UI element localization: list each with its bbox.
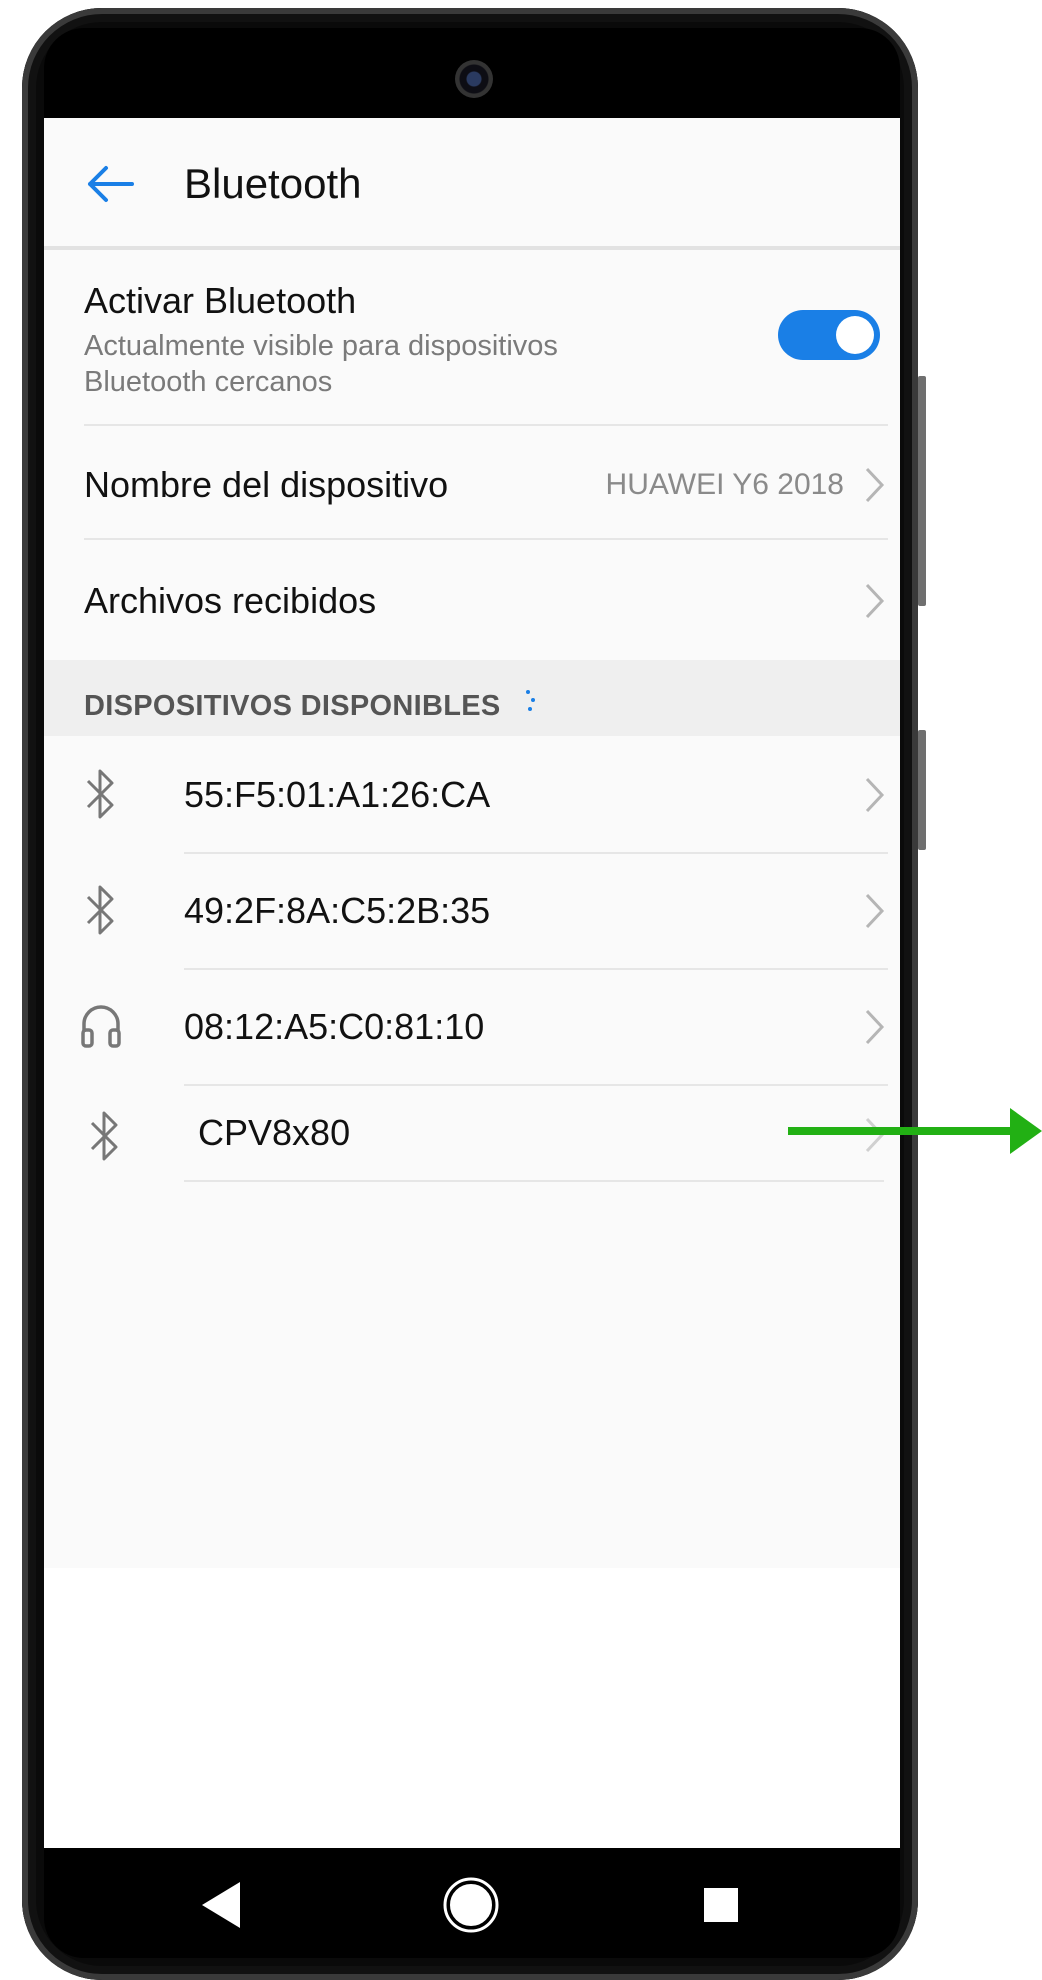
annotation-arrow-line xyxy=(788,1127,1022,1135)
camera-icon xyxy=(455,60,493,98)
headphones-icon xyxy=(81,1005,121,1048)
device-name-label: Nombre del dispositivo xyxy=(84,464,449,505)
power-button xyxy=(918,730,926,850)
volume-button xyxy=(918,376,926,606)
device-name-value: HUAWEI Y6 2018 xyxy=(605,468,844,501)
chevron-right-icon xyxy=(865,893,885,929)
bluetooth-toggle-label: Activar Bluetooth xyxy=(84,280,357,321)
chevron-right-icon xyxy=(865,1117,885,1153)
page-title: Bluetooth xyxy=(184,160,362,207)
scanning-spinner-icon xyxy=(526,690,535,711)
toggle-knob xyxy=(836,316,874,354)
divider xyxy=(184,1180,884,1182)
bluetooth-visibility-description: Actualmente visible para dispositivos Bl… xyxy=(84,330,558,398)
chevron-right-icon xyxy=(865,583,885,619)
chevron-right-icon xyxy=(865,1009,885,1045)
device-name: 08:12:A5:C0:81:10 xyxy=(184,1006,485,1047)
bluetooth-icon xyxy=(90,1111,118,1161)
received-files-label: Archivos recibidos xyxy=(84,580,377,621)
back-arrow-icon[interactable] xyxy=(84,164,140,204)
available-devices-label: DISPOSITIVOS DISPONIBLES xyxy=(84,690,501,722)
chevron-right-icon xyxy=(865,777,885,813)
device-name: CPV8x80 xyxy=(198,1112,351,1153)
nav-home-icon[interactable] xyxy=(436,1870,506,1940)
empty-area xyxy=(44,1568,900,1848)
nav-back-icon[interactable] xyxy=(188,1870,258,1940)
bluetooth-toggle-switch[interactable] xyxy=(778,310,880,360)
bluetooth-icon xyxy=(86,885,114,935)
annotation-arrow-head-icon xyxy=(1010,1108,1042,1154)
nav-recents-icon[interactable] xyxy=(686,1870,756,1940)
device-name: 55:F5:01:A1:26:CA xyxy=(184,774,491,815)
chevron-right-icon xyxy=(865,467,885,503)
app-header: Bluetooth xyxy=(44,118,900,250)
device-row[interactable] xyxy=(44,1086,900,1186)
bluetooth-icon xyxy=(86,769,114,819)
settings-screen: Bluetooth Activar Bluetooth Actualmente … xyxy=(44,118,900,1848)
device-name: 49:2F:8A:C5:2B:35 xyxy=(184,890,491,931)
